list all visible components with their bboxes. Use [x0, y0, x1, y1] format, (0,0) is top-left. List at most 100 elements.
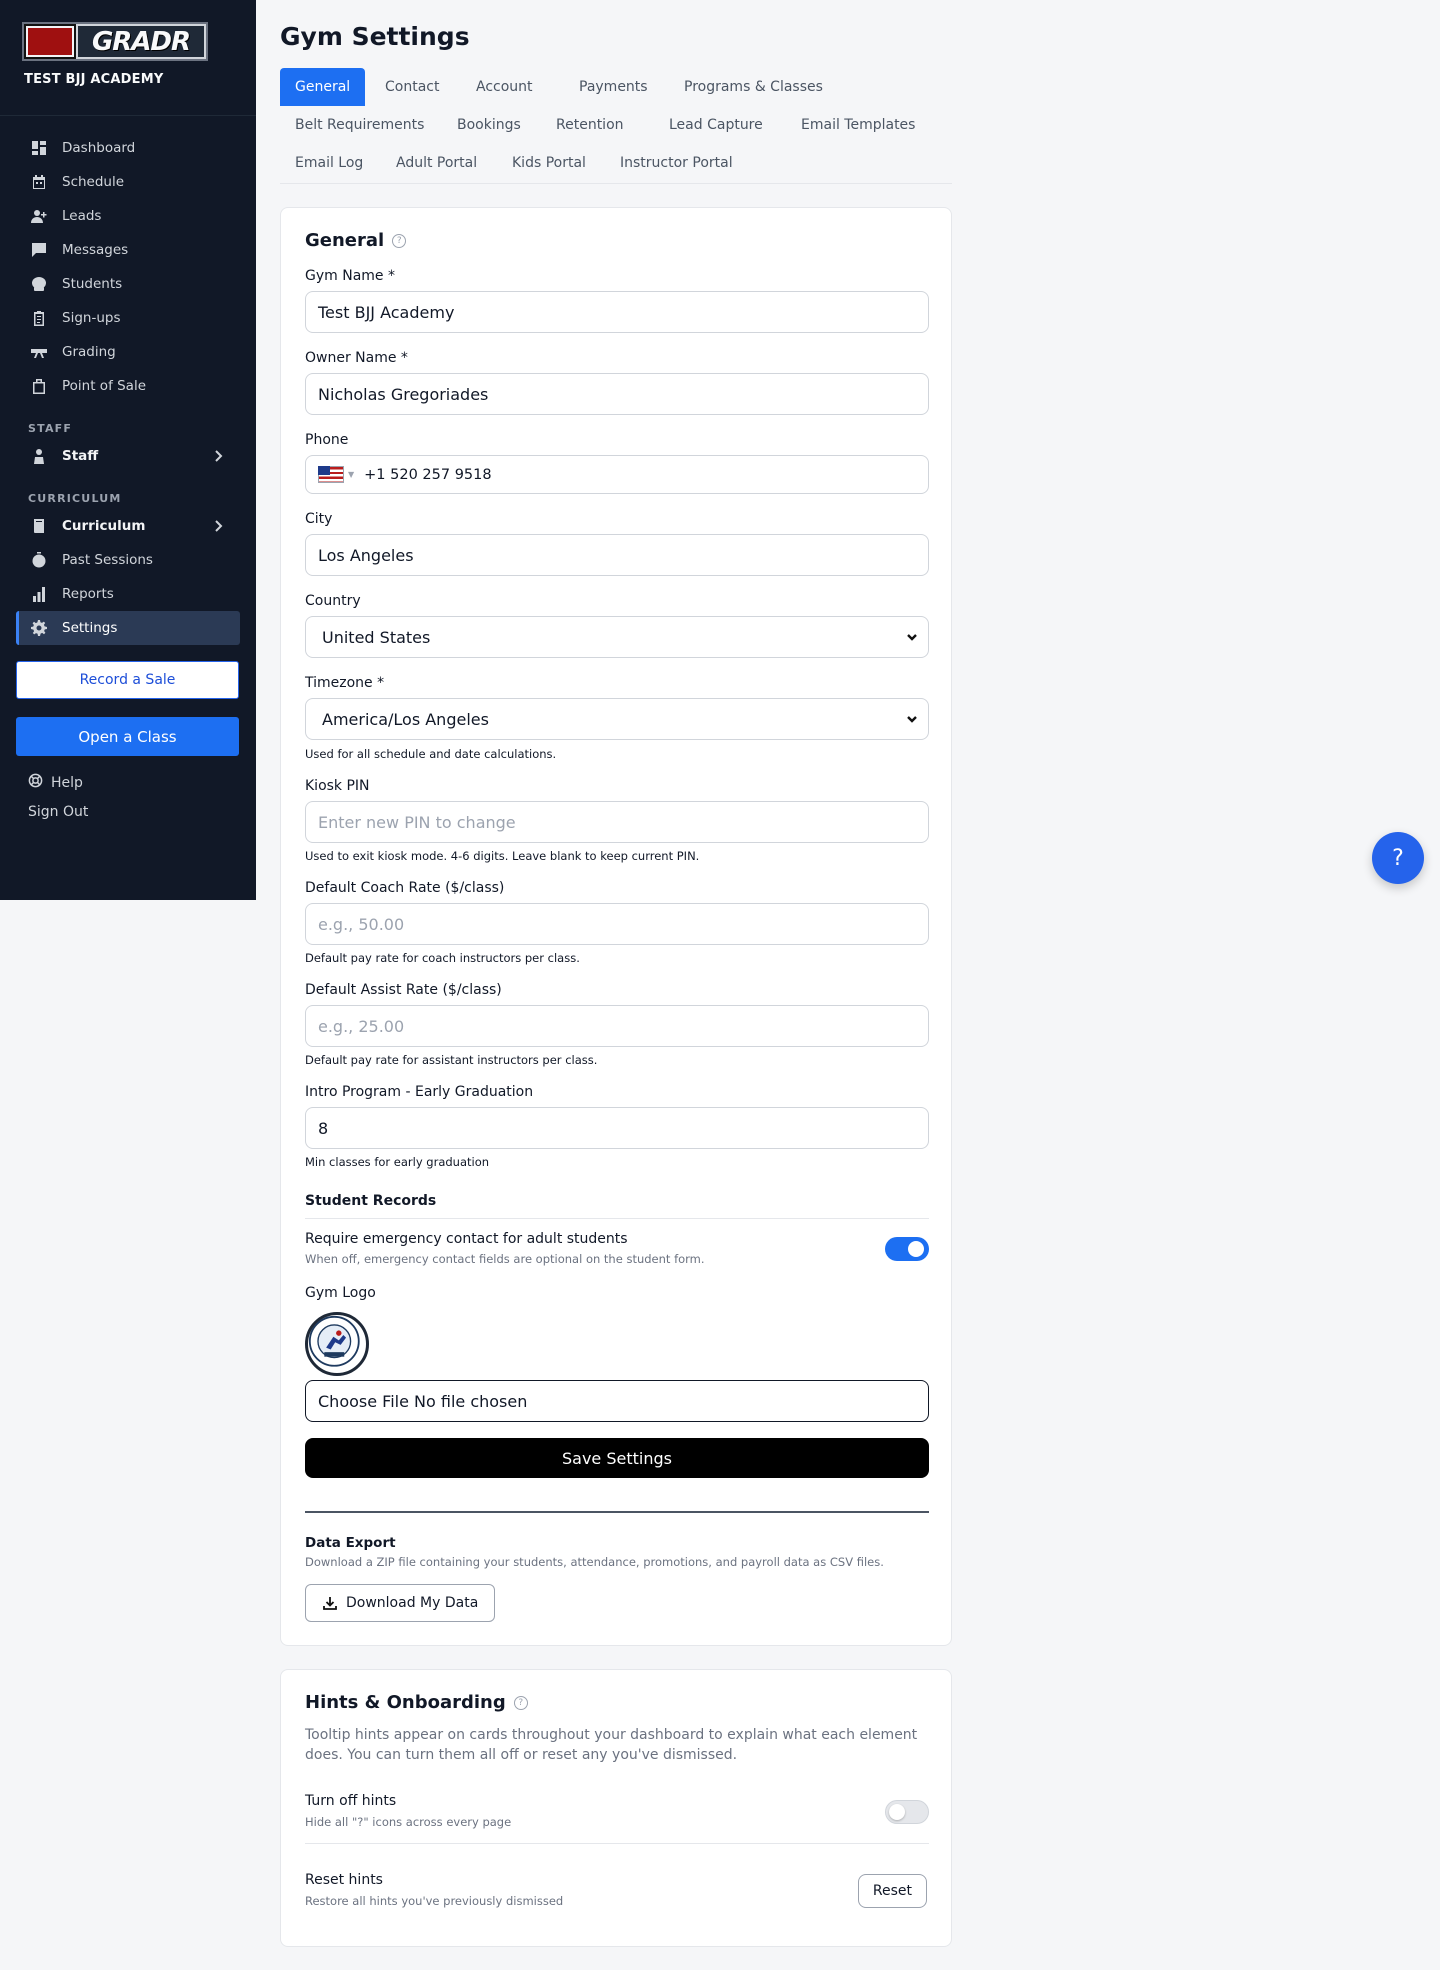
main-nav: Dashboard Schedule Leads Messages Studen…: [16, 131, 240, 403]
sidebar-item-leads[interactable]: Leads: [16, 199, 240, 233]
data-export-description: Download a ZIP file containing your stud…: [305, 1555, 884, 1569]
turn-off-hints-toggle[interactable]: [885, 1800, 929, 1824]
chat-icon: [30, 241, 48, 259]
reset-hints-button[interactable]: Reset: [857, 1874, 927, 1908]
sidebar-item-students[interactable]: Students: [16, 267, 240, 301]
gym-name-label: Gym Name *: [305, 268, 395, 284]
divider: [305, 1843, 929, 1844]
turn-off-hints-label: Turn off hints: [305, 1793, 397, 1809]
timezone-select[interactable]: America/Los Angeles: [305, 698, 929, 740]
staff-section-label: STAFF: [28, 422, 73, 435]
tab-retention[interactable]: Retention: [541, 106, 639, 144]
tab-account[interactable]: Account: [461, 68, 548, 106]
intro-program-label: Intro Program - Early Graduation: [305, 1084, 534, 1100]
lifebuoy-icon: [28, 773, 51, 792]
reset-hints-hint: Restore all hints you've previously dism…: [305, 1894, 564, 1908]
toggle-knob: [889, 1804, 905, 1820]
toggle-knob: [908, 1241, 924, 1257]
student-records-heading: Student Records: [305, 1193, 437, 1209]
help-link[interactable]: Help: [28, 773, 83, 792]
tab-general[interactable]: General: [280, 68, 366, 106]
belt-icon: [30, 343, 48, 361]
phone-input[interactable]: ▼ +1 520 257 9518: [305, 455, 929, 494]
settings-tabs: General Contact Account Payments Program…: [280, 68, 952, 184]
sidebar-item-label: Past Sessions: [62, 552, 153, 568]
sign-out-link[interactable]: Sign Out: [28, 804, 88, 820]
download-data-button[interactable]: Download My Data: [305, 1584, 496, 1622]
tab-kids-portal[interactable]: Kids Portal: [497, 144, 601, 182]
gym-logo-label: Gym Logo: [305, 1285, 376, 1301]
kiosk-pin-label: Kiosk PIN: [305, 778, 370, 794]
clipboard-icon: [30, 309, 48, 327]
book-icon: [30, 517, 48, 535]
gym-logo-image: [305, 1312, 369, 1376]
tab-adult-portal[interactable]: Adult Portal: [381, 144, 492, 182]
divider: [305, 1218, 929, 1219]
tab-belt-requirements[interactable]: Belt Requirements: [280, 106, 439, 144]
intro-program-hint: Min classes for early graduation: [305, 1155, 490, 1169]
sidebar-item-label: Students: [62, 276, 123, 292]
timezone-label: Timezone *: [305, 675, 385, 691]
sidebar-item-reports[interactable]: Reports: [16, 577, 240, 611]
person-icon: [30, 447, 48, 465]
logo-file-input[interactable]: Choose File No file chosen: [305, 1380, 929, 1422]
emergency-contact-label: Require emergency contact for adult stud…: [305, 1231, 628, 1247]
sidebar-item-past-sessions[interactable]: Past Sessions: [16, 543, 240, 577]
help-icon[interactable]: ?: [392, 233, 407, 248]
sidebar-item-grading[interactable]: Grading: [16, 335, 240, 369]
help-icon[interactable]: ?: [513, 1695, 528, 1710]
country-select[interactable]: United States: [305, 616, 929, 658]
kiosk-pin-input[interactable]: Enter new PIN to change: [305, 801, 929, 843]
chevron-right-icon: [210, 518, 226, 534]
intro-program-input[interactable]: 8: [305, 1107, 929, 1149]
sidebar-item-point-of-sale[interactable]: Point of Sale: [16, 369, 240, 403]
gym-logo-graphic: [308, 1315, 360, 1367]
help-fab-button[interactable]: ?: [1372, 832, 1424, 884]
dashboard-icon: [30, 139, 48, 157]
gym-name-input[interactable]: Test BJJ Academy: [305, 291, 929, 333]
tab-programs-classes[interactable]: Programs & Classes: [669, 68, 838, 106]
tab-contact[interactable]: Contact: [370, 68, 454, 106]
owner-name-label: Owner Name *: [305, 350, 408, 366]
sidebar-item-staff[interactable]: Staff: [16, 439, 240, 473]
phone-number: +1 520 257 9518: [364, 466, 492, 483]
sidebar-item-dashboard[interactable]: Dashboard: [16, 131, 240, 165]
tab-instructor-portal[interactable]: Instructor Portal: [605, 144, 748, 182]
chevron-down-icon: [907, 716, 917, 723]
sidebar-item-label: Dashboard: [62, 140, 136, 156]
sidebar-item-settings[interactable]: Settings: [16, 611, 240, 645]
gradr-logo[interactable]: GRADR: [22, 22, 208, 61]
tab-payments[interactable]: Payments: [564, 68, 663, 106]
emergency-contact-hint: When off, emergency contact fields are o…: [305, 1252, 705, 1266]
tab-email-log[interactable]: Email Log: [280, 144, 378, 182]
tab-bookings[interactable]: Bookings: [442, 106, 536, 144]
record-sale-button[interactable]: Record a Sale: [16, 661, 239, 699]
calendar-icon: [30, 173, 48, 191]
sidebar-item-messages[interactable]: Messages: [16, 233, 240, 267]
open-class-button[interactable]: Open a Class: [16, 717, 239, 756]
coach-rate-input[interactable]: e.g., 50.00: [305, 903, 929, 945]
sidebar-item-curriculum[interactable]: Curriculum: [16, 509, 240, 543]
coach-rate-label: Default Coach Rate ($/class): [305, 880, 505, 896]
kiosk-pin-hint: Used to exit kiosk mode. 4-6 digits. Lea…: [305, 849, 700, 863]
users-icon: [30, 275, 48, 293]
download-label: Download My Data: [346, 1595, 479, 1611]
tab-email-templates[interactable]: Email Templates: [786, 106, 930, 144]
coach-rate-hint: Default pay rate for coach instructors p…: [305, 951, 580, 965]
tab-lead-capture[interactable]: Lead Capture: [654, 106, 778, 144]
city-input[interactable]: Los Angeles: [305, 534, 929, 576]
owner-name-input[interactable]: Nicholas Gregoriades: [305, 373, 929, 415]
country-value: United States: [322, 627, 431, 647]
timezone-hint: Used for all schedule and date calculati…: [305, 747, 557, 761]
save-settings-button[interactable]: Save Settings: [305, 1438, 929, 1478]
sidebar-item-schedule[interactable]: Schedule: [16, 165, 240, 199]
sidebar-item-label: Staff: [62, 448, 99, 464]
assist-rate-input[interactable]: e.g., 25.00: [305, 1005, 929, 1047]
assist-rate-label: Default Assist Rate ($/class): [305, 982, 502, 998]
emergency-contact-toggle[interactable]: [885, 1237, 929, 1261]
sidebar-item-label: Leads: [62, 208, 102, 224]
general-title-text: General: [305, 230, 385, 251]
sidebar-item-signups[interactable]: Sign-ups: [16, 301, 240, 335]
us-flag-icon[interactable]: [318, 466, 344, 483]
bar-chart-icon: [30, 585, 48, 603]
